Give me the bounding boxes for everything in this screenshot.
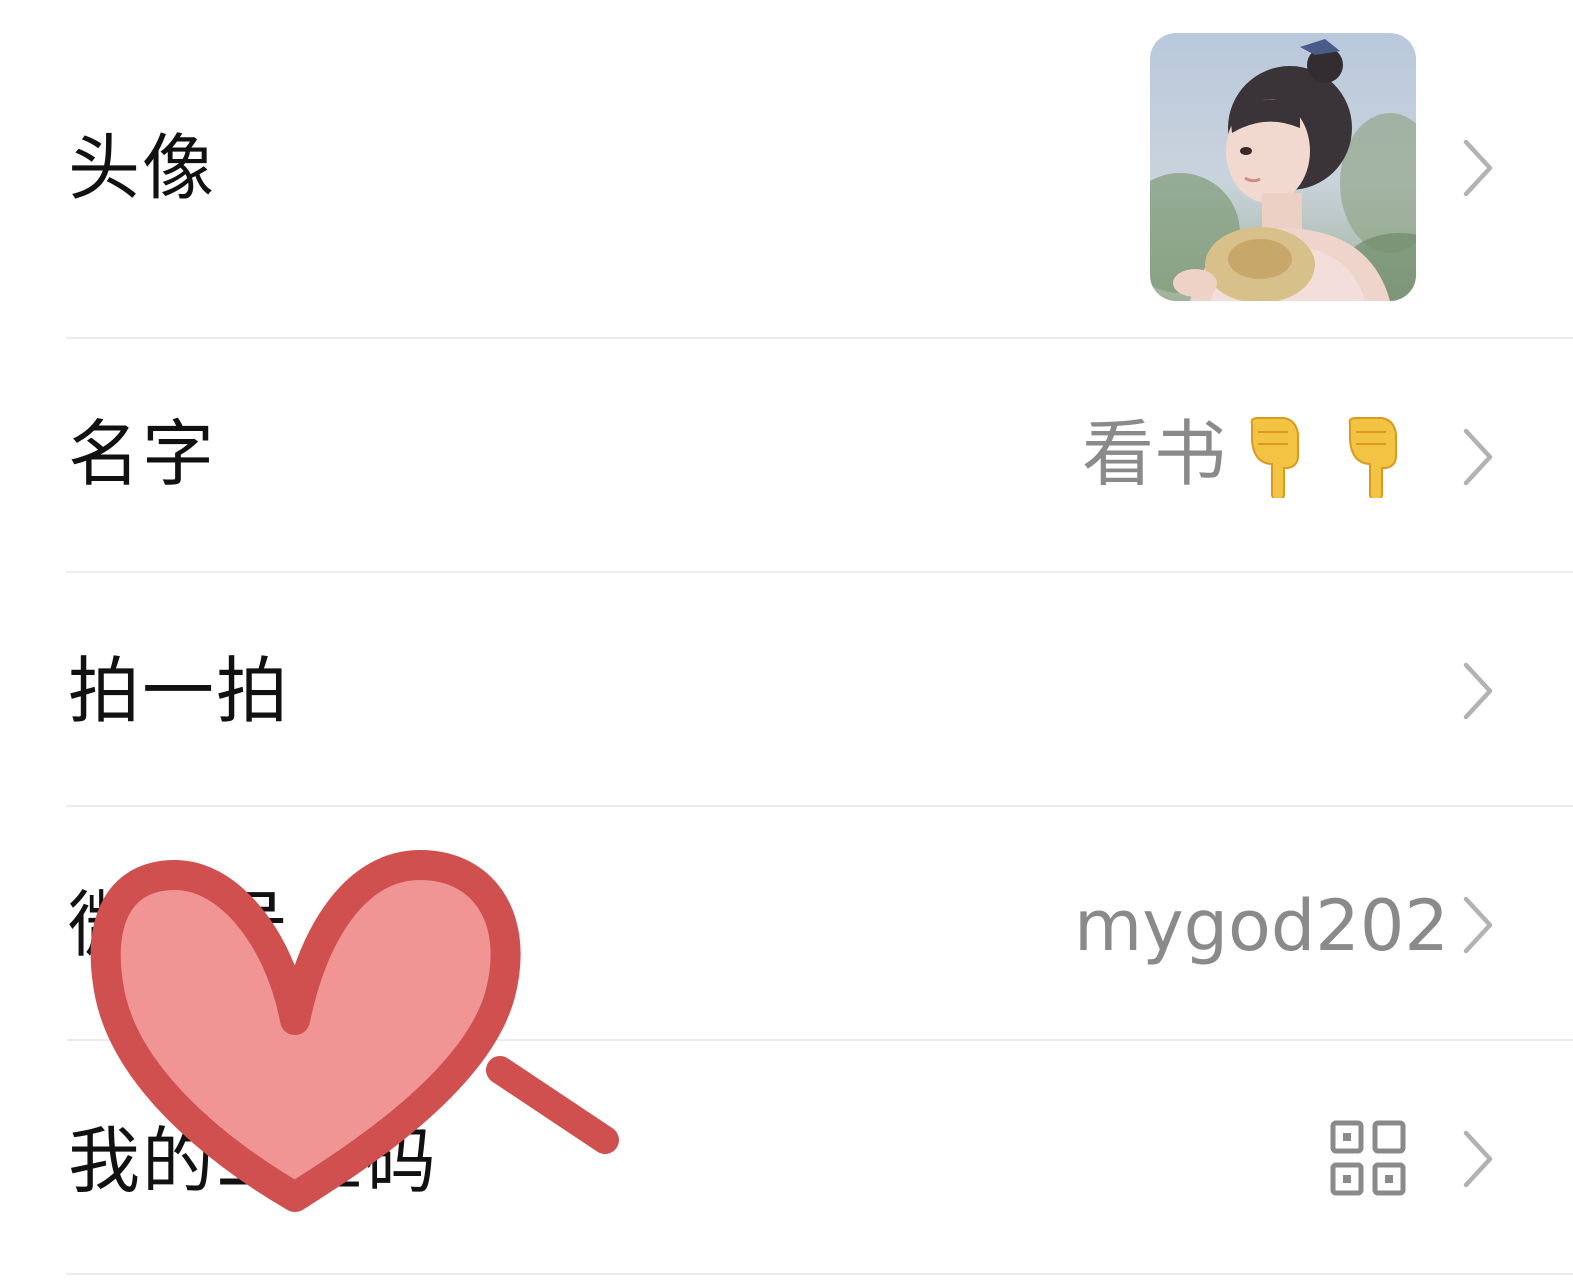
pointing-down-emoji <box>1348 417 1397 498</box>
chevron-right-icon <box>1463 896 1493 954</box>
chevron-right-icon <box>1463 428 1493 486</box>
chevron-right-icon <box>1463 139 1493 197</box>
row-avatar[interactable]: 头像 <box>0 0 1573 337</box>
wechat-id-value: mygod202 <box>1074 885 1449 967</box>
avatar[interactable] <box>1150 33 1416 301</box>
divider <box>66 1273 1573 1275</box>
row-name-label: 名字 <box>68 412 217 496</box>
chevron-right-icon <box>1463 1130 1493 1188</box>
settings-profile-page: 头像 名字 看书 拍一拍 微信号 mygod202 我的二维码 <box>0 0 1573 1280</box>
chevron-right-icon <box>1463 662 1493 720</box>
row-wechat-id-label: 微信号 <box>68 883 291 967</box>
qr-code-icon <box>1330 1120 1406 1196</box>
row-qrcode-label: 我的二维码 <box>68 1119 439 1203</box>
row-wechat-id[interactable]: 微信号 mygod202 <box>0 807 1573 1039</box>
row-avatar-label: 头像 <box>68 126 217 210</box>
name-value: 看书 <box>1082 412 1227 496</box>
pointing-down-emoji <box>1250 417 1299 498</box>
row-pat[interactable]: 拍一拍 <box>0 573 1573 805</box>
row-pat-label: 拍一拍 <box>68 649 291 733</box>
row-name[interactable]: 名字 看书 <box>0 339 1573 571</box>
